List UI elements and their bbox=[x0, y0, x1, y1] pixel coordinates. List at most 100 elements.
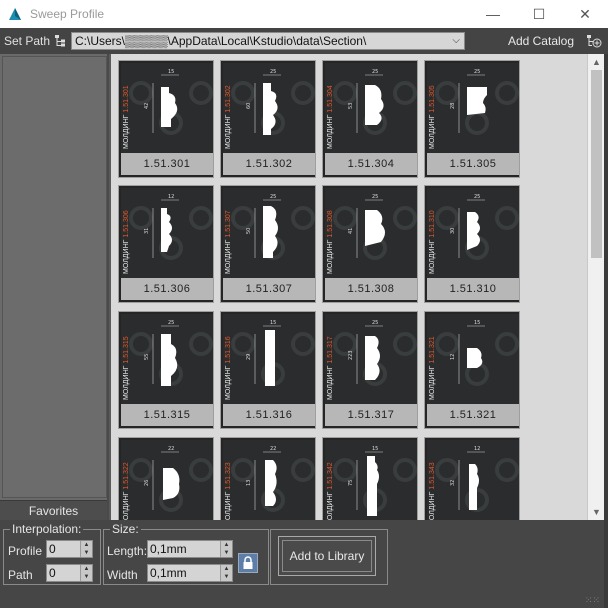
profile-code-label: 1.51.322 bbox=[123, 462, 130, 490]
resize-grip-icon[interactable]: ⁙⁙ bbox=[585, 595, 600, 606]
profile-tile[interactable]: 15 12 МОЛДИНГ 1.51.321 1.51.321 bbox=[424, 311, 520, 429]
grid-scrollbar[interactable]: ▲ ▼ bbox=[587, 54, 604, 520]
dimension-height-label: 42 bbox=[144, 103, 150, 109]
profile-tile[interactable]: 12 32 МОЛДИНГ 1.51.3431.51.343 bbox=[424, 437, 520, 520]
profile-caption: 1.51.304 bbox=[325, 153, 417, 175]
profile-drawing-icon: 25 41 bbox=[333, 194, 417, 260]
profile-tile[interactable]: 25 41 МОЛДИНГ 1.51.308 1.51.308 bbox=[322, 185, 418, 303]
profile-type-label: МОЛДИНГ bbox=[327, 239, 334, 274]
profile-vertical-label: МОЛДИНГ 1.51.322 bbox=[123, 446, 133, 520]
path-select[interactable]: C:\Users\▒▒▒▒▒\AppData\Local\Kstudio\dat… bbox=[71, 32, 465, 50]
profile-stepper[interactable]: 0 ▲ ▼ bbox=[46, 540, 93, 558]
profile-value: 0 bbox=[49, 542, 56, 556]
toolbar: Set Path C:\Users\▒▒▒▒▒\AppData\Local\Ks… bbox=[0, 28, 608, 54]
dimension-height-label: 28 bbox=[450, 103, 456, 109]
size-legend: Size: bbox=[110, 522, 141, 536]
stepper-up-icon[interactable]: ▲ bbox=[221, 541, 232, 549]
profile-code-label: 1.51.315 bbox=[123, 336, 130, 364]
profile-thumbnail: 25 28 МОЛДИНГ 1.51.305 bbox=[427, 63, 519, 153]
catalog-tree-panel: Favorites bbox=[0, 54, 109, 520]
profile-tile[interactable]: 25 223 МОЛДИНГ 1.51.317 1.51.317 bbox=[322, 311, 418, 429]
profile-tile[interactable]: 15 42 МОЛДИНГ 1.51.301 1.51.301 bbox=[118, 60, 214, 178]
lock-icon bbox=[243, 556, 253, 569]
dimension-height-label: 223 bbox=[348, 350, 354, 360]
profile-thumbnail: 22 26 МОЛДИНГ 1.51.322 bbox=[121, 440, 213, 520]
profile-type-label: МОЛДИНГ bbox=[327, 114, 334, 149]
dimension-height-label: 29 bbox=[246, 354, 252, 360]
profile-type-label: МОЛДИНГ bbox=[123, 365, 130, 400]
profile-tile[interactable]: 12 31 МОЛДИНГ 1.51.306 1.51.306 bbox=[118, 185, 214, 303]
profile-thumbnail: 12 31 МОЛДИНГ 1.51.306 bbox=[121, 188, 213, 278]
profile-type-label: МОЛДИНГ bbox=[225, 365, 232, 400]
bottom-controls: Interpolation: Profile 0 ▲ ▼ Path 0 ▲ ▼ Si… bbox=[0, 520, 604, 608]
favorites-tab[interactable]: Favorites bbox=[0, 500, 107, 520]
maximize-button[interactable]: ☐ bbox=[516, 0, 562, 28]
lock-aspect-button[interactable] bbox=[238, 553, 258, 573]
profile-tile[interactable]: 25 30 МОЛДИНГ 1.51.310 1.51.310 bbox=[424, 185, 520, 303]
stepper-up-icon[interactable]: ▲ bbox=[221, 565, 232, 573]
profile-caption: 1.51.306 bbox=[121, 278, 213, 300]
profile-vertical-label: МОЛДИНГ 1.51.321 bbox=[429, 320, 439, 400]
profile-vertical-label: МОЛДИНГ 1.51.301 bbox=[123, 69, 133, 149]
profile-thumbnail: 25 60 МОЛДИНГ 1.51.302 bbox=[223, 63, 315, 153]
profile-code-label: 1.51.304 bbox=[327, 85, 334, 113]
profile-drawing-icon: 25 30 bbox=[435, 194, 519, 260]
profile-tile[interactable]: 25 50 МОЛДИНГ 1.51.307 1.51.307 bbox=[220, 185, 316, 303]
profile-caption: 1.51.317 bbox=[325, 404, 417, 426]
dimension-width-label: 22 bbox=[270, 446, 276, 452]
profile-type-label: МОЛДИНГ bbox=[327, 365, 334, 400]
scroll-up-arrow-icon[interactable]: ▲ bbox=[588, 54, 605, 70]
catalog-tree[interactable] bbox=[2, 56, 107, 498]
profile-thumbnail: 15 12 МОЛДИНГ 1.51.321 bbox=[427, 314, 519, 404]
scroll-down-arrow-icon[interactable]: ▼ bbox=[588, 504, 605, 520]
dimension-width-label: 25 bbox=[372, 320, 378, 326]
dimension-width-label: 25 bbox=[270, 69, 276, 75]
profile-code-label: 1.51.342 bbox=[327, 462, 334, 490]
profile-tile[interactable]: 15 29 МОЛДИНГ 1.51.316 1.51.316 bbox=[220, 311, 316, 429]
profile-caption: 1.51.310 bbox=[427, 278, 519, 300]
profile-thumbnail: 25 223 МОЛДИНГ 1.51.317 bbox=[325, 314, 417, 404]
dimension-height-label: 41 bbox=[348, 228, 354, 234]
path-value: C:\Users\▒▒▒▒▒\AppData\Local\Kstudio\dat… bbox=[75, 34, 367, 48]
dimension-width-label: 12 bbox=[474, 446, 480, 452]
profile-tile[interactable]: 25 60 МОЛДИНГ 1.51.302 1.51.302 bbox=[220, 60, 316, 178]
profile-drawing-icon: 12 32 bbox=[435, 446, 519, 512]
profile-code-label: 1.51.316 bbox=[225, 336, 232, 364]
profile-drawing-icon: 12 31 bbox=[129, 194, 213, 260]
dimension-height-label: 53 bbox=[348, 103, 354, 109]
minimize-button[interactable]: — bbox=[470, 0, 516, 28]
profile-type-label: МОЛДИНГ bbox=[225, 114, 232, 149]
length-stepper[interactable]: 0,1mm ▲ ▼ bbox=[147, 540, 233, 558]
profile-drawing-icon: 25 50 bbox=[231, 194, 315, 260]
profile-tile[interactable]: 25 53 МОЛДИНГ 1.51.304 1.51.304 bbox=[322, 60, 418, 178]
stepper-down-icon[interactable]: ▼ bbox=[81, 549, 92, 557]
profile-vertical-label: МОЛДИНГ 1.51.305 bbox=[429, 69, 439, 149]
stepper-down-icon[interactable]: ▼ bbox=[221, 549, 232, 557]
dimension-width-label: 12 bbox=[168, 194, 174, 200]
profile-tile[interactable]: 22 26 МОЛДИНГ 1.51.3221.51.322 bbox=[118, 437, 214, 520]
profile-tile[interactable]: 1575МОЛДИНГ 1.51.3421.51.342 bbox=[322, 437, 418, 520]
dimension-width-label: 25 bbox=[474, 69, 480, 75]
stepper-up-icon[interactable]: ▲ bbox=[81, 565, 92, 573]
profile-vertical-label: МОЛДИНГ 1.51.308 bbox=[327, 194, 337, 274]
profile-tile[interactable]: 22 13 МОЛДИНГ 1.51.3231.51.323 bbox=[220, 437, 316, 520]
profile-tile[interactable]: 25 28 МОЛДИНГ 1.51.305 1.51.305 bbox=[424, 60, 520, 178]
stepper-up-icon[interactable]: ▲ bbox=[81, 541, 92, 549]
profile-code-label: 1.51.317 bbox=[327, 336, 334, 364]
path-stepper[interactable]: 0 ▲ ▼ bbox=[46, 564, 93, 582]
profile-code-label: 1.51.306 bbox=[123, 210, 130, 238]
width-stepper[interactable]: 0,1mm ▲ ▼ bbox=[147, 564, 233, 582]
add-to-library-button[interactable]: Add to Library bbox=[278, 536, 376, 576]
profile-type-label: МОЛДИНГ bbox=[225, 239, 232, 274]
profile-drawing-icon: 22 26 bbox=[129, 446, 213, 512]
profile-thumbnail: 15 42 МОЛДИНГ 1.51.301 bbox=[121, 63, 213, 153]
add-catalog-button[interactable]: Add Catalog bbox=[508, 34, 574, 48]
stepper-down-icon[interactable]: ▼ bbox=[81, 573, 92, 581]
add-catalog-icon[interactable] bbox=[586, 34, 602, 48]
scroll-thumb[interactable] bbox=[591, 70, 602, 258]
close-button[interactable]: ✕ bbox=[562, 0, 608, 28]
profile-tile[interactable]: 25 55 МОЛДИНГ 1.51.315 1.51.315 bbox=[118, 311, 214, 429]
stepper-down-icon[interactable]: ▼ bbox=[221, 573, 232, 581]
set-path-button[interactable]: Set Path bbox=[4, 34, 66, 48]
profile-vertical-label: МОЛДИНГ 1.51.304 bbox=[327, 69, 337, 149]
